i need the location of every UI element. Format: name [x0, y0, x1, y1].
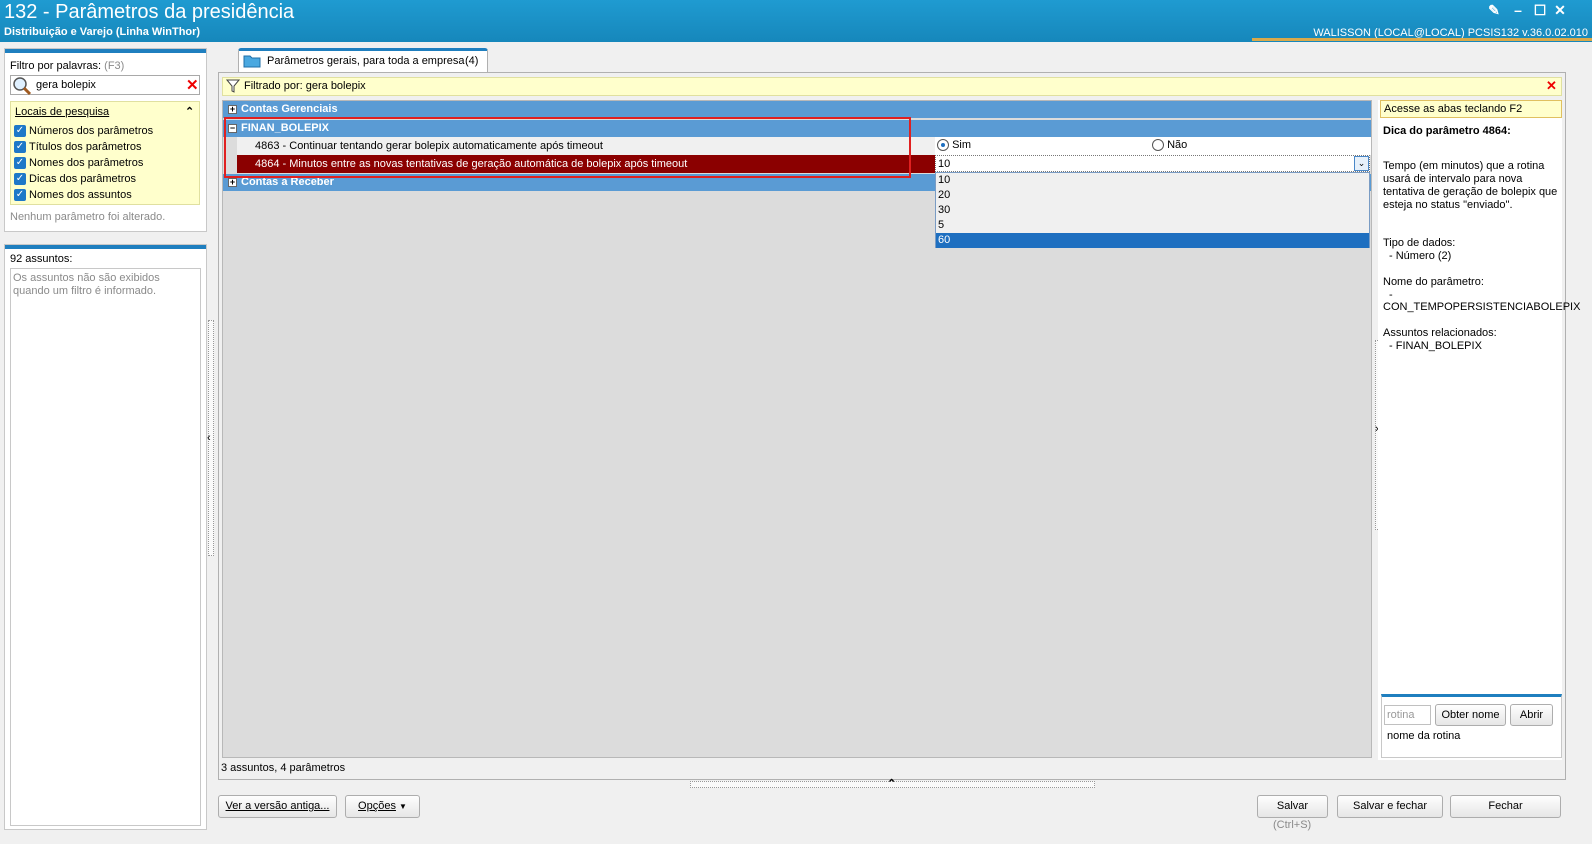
filter-shortcut: (F3) [104, 60, 125, 72]
search-input[interactable]: gera bolepix ✕ [10, 75, 200, 96]
old-version-label: Ver a versão antiga... [225, 800, 330, 812]
location-item[interactable]: ✓ Nomes dos parâmetros [14, 157, 143, 170]
group-row-contas-gerenciais[interactable]: + Contas Gerenciais [223, 101, 1371, 118]
param-name-label: Nome do parâmetro: [1383, 276, 1484, 288]
radio-no[interactable]: Não [1152, 139, 1188, 152]
highlight-box [224, 117, 911, 178]
param-name-value: CON_TEMPOPERSISTENCIABOLEPIX [1383, 301, 1581, 313]
abrir-button[interactable]: Abrir [1510, 704, 1553, 726]
search-locations-box: Locais de pesquisa ⌃ ✓ Números dos parâme… [10, 101, 200, 205]
radio-yes[interactable]: Sim [937, 139, 972, 152]
param-name-dash: - [1389, 289, 1393, 301]
folder-icon [243, 55, 261, 68]
tab-label: Parâmetros gerais, para toda a empresa [267, 55, 465, 67]
collapse-icon[interactable]: ⌃ [185, 105, 194, 118]
tab-general-params[interactable]: Parâmetros gerais, para toda a empresa (… [238, 48, 488, 72]
hint-description: Tempo (em minutos) que a rotina usará de… [1383, 160, 1558, 211]
combo-dropdown-list: 10 20 30 5 60 [935, 172, 1370, 248]
save-and-close-button[interactable]: Salvar e fechar [1337, 795, 1443, 818]
filter-funnel-icon [226, 79, 240, 93]
clear-filter-icon[interactable]: ✕ [1546, 78, 1557, 94]
summary-status: 3 assuntos, 4 parâmetros [221, 762, 346, 774]
data-type-value: - Número (2) [1389, 250, 1452, 262]
splitter-arrow-up-icon[interactable]: ⌃ [887, 777, 896, 790]
checkbox-checked-icon: ✓ [14, 125, 26, 138]
splitter-arrow-left-icon[interactable]: ‹ [207, 432, 211, 444]
expand-icon[interactable]: + [228, 178, 237, 187]
radio-yes-label: Sim [952, 139, 972, 151]
filter-bar-text: Filtrado por: gera bolepix [244, 80, 366, 92]
dropdown-option[interactable]: 30 [936, 203, 1369, 218]
close-window-icon[interactable]: ✕ [1552, 2, 1568, 18]
change-status: Nenhum parâmetro foi alterado. [10, 211, 166, 223]
location-item[interactable]: ✓ Números dos parâmetros [14, 125, 153, 138]
filter-bar: Filtrado por: gera bolepix ✕ [222, 77, 1562, 96]
tab-count: (4) [465, 55, 479, 67]
obter-nome-button[interactable]: Obter nome [1435, 704, 1506, 726]
location-item[interactable]: ✓ Títulos dos parâmetros [14, 141, 142, 154]
rotina-input[interactable]: rotina [1384, 705, 1431, 725]
chevron-down-icon[interactable]: ⌄ [1354, 156, 1369, 171]
title-bar: 132 - Parâmetros da presidência Distribu… [0, 0, 1592, 42]
combo-value: 10 [938, 158, 951, 170]
clear-search-icon[interactable]: ✕ [186, 76, 199, 94]
location-item[interactable]: ✓ Dicas dos parâmetros [14, 173, 136, 186]
maximize-icon[interactable]: ☐ [1532, 2, 1548, 18]
hint-box: Acesse as abas teclando F2 [1380, 100, 1562, 118]
options-label: Opções [358, 800, 396, 812]
radio-selected-icon [937, 139, 949, 152]
filter-label: Filtro por palavras: [10, 60, 102, 72]
checkbox-checked-icon: ✓ [14, 157, 26, 170]
search-icon [13, 77, 32, 96]
dropdown-option-selected[interactable]: 60 [936, 233, 1369, 248]
location-item[interactable]: ✓ Nomes dos assuntos [14, 189, 132, 202]
close-button[interactable]: Fechar [1450, 795, 1561, 818]
dropdown-option[interactable]: 20 [936, 188, 1369, 203]
checkbox-checked-icon: ✓ [14, 189, 26, 202]
save-shortcut: (Ctrl+S) [1273, 819, 1312, 831]
filter-label-row: Filtro por palavras: (F3) [10, 60, 124, 72]
related-label: Assuntos relacionados: [1383, 327, 1497, 339]
related-value: - FINAN_BOLEPIX [1389, 340, 1482, 352]
dropdown-option[interactable]: 10 [936, 173, 1369, 188]
window-subtitle: Distribuição e Varejo (Linha WinThor) [4, 26, 201, 38]
edit-icon[interactable]: ✎ [1486, 2, 1502, 18]
checkbox-checked-icon: ✓ [14, 173, 26, 186]
minutes-combo[interactable]: 10 ⌄ [935, 155, 1370, 172]
window-title: 132 - Parâmetros da presidência [4, 1, 295, 23]
expand-icon[interactable]: + [228, 105, 237, 114]
locations-title: Locais de pesquisa [15, 106, 110, 118]
subjects-count: 92 assuntos: [10, 253, 73, 265]
dropdown-arrow-icon: ▼ [399, 802, 407, 811]
group-label: Contas Gerenciais [241, 103, 338, 115]
radio-unselected-icon [1152, 139, 1164, 152]
options-button[interactable]: Opções ▼ [345, 795, 420, 818]
subjects-message: Os assuntos não são exibidos quando um f… [10, 268, 201, 826]
old-version-button[interactable]: Ver a versão antiga... [218, 795, 337, 818]
hint-heading: Dica do parâmetro 4864: [1383, 125, 1511, 137]
save-button[interactable]: Salvar [1257, 795, 1328, 818]
search-value: gera bolepix [36, 79, 96, 91]
minimize-icon[interactable]: – [1510, 2, 1526, 18]
dropdown-option[interactable]: 5 [936, 218, 1369, 233]
rotina-name: nome da rotina [1387, 730, 1461, 742]
checkbox-checked-icon: ✓ [14, 141, 26, 154]
title-accent-line [1252, 38, 1592, 41]
radio-no-label: Não [1167, 139, 1188, 151]
data-type-label: Tipo de dados: [1383, 237, 1456, 249]
